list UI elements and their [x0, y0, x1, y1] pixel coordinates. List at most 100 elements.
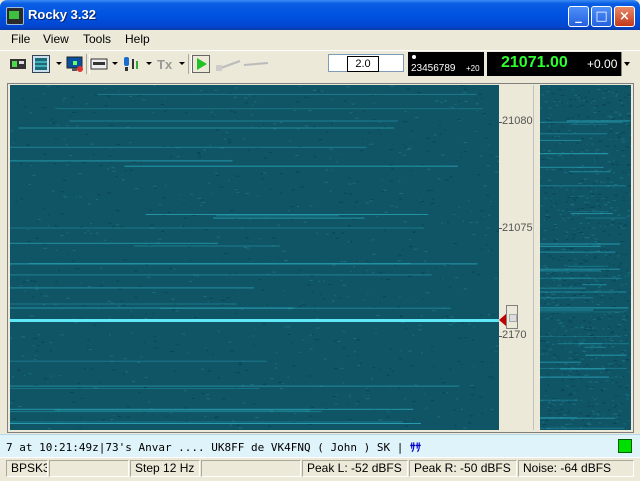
- modem-icon[interactable]: [9, 55, 27, 73]
- signal-trace: [213, 218, 365, 219]
- tuning-handle[interactable]: [506, 305, 518, 329]
- noise-speck: [453, 243, 457, 244]
- noise-speck: [93, 112, 95, 113]
- noise-speck: [431, 203, 435, 204]
- menu-tools[interactable]: Tools: [83, 32, 111, 46]
- slider-icon[interactable]: [216, 55, 270, 73]
- noise-speck: [182, 226, 185, 227]
- noise-speck: [608, 91, 610, 92]
- noise-speck: [153, 336, 156, 337]
- waterfall-icon[interactable]: [32, 55, 50, 73]
- noise-speck: [435, 100, 438, 101]
- noise-speck: [176, 311, 179, 312]
- speed-field[interactable]: 2.0: [328, 54, 404, 72]
- noise-speck: [562, 210, 565, 211]
- noise-speck: [285, 260, 288, 261]
- frequency-scale[interactable]: [499, 85, 534, 430]
- maximize-button[interactable]: □: [591, 6, 612, 27]
- noise-speck: [583, 320, 586, 321]
- noise-speck: [541, 224, 542, 225]
- noise-speck: [375, 333, 377, 334]
- noise-speck: [599, 223, 600, 224]
- app-icon[interactable]: [6, 7, 24, 25]
- noise-speck: [331, 123, 332, 124]
- noise-speck: [407, 149, 411, 150]
- noise-speck: [332, 265, 336, 266]
- noise-speck: [32, 297, 34, 298]
- noise-speck: [580, 275, 584, 276]
- noise-speck: [548, 120, 550, 121]
- waterfall-dropdown[interactable]: [56, 62, 62, 65]
- noise-speck: [390, 86, 394, 87]
- noise-speck: [569, 106, 571, 107]
- minimize-button[interactable]: _: [568, 6, 589, 27]
- noise-speck: [567, 197, 570, 198]
- noise-speck: [571, 317, 572, 318]
- noise-speck: [491, 409, 494, 410]
- receive-text-area[interactable]: 7 at 10:21:49z|73's Anvar .... UK8FF de …: [0, 434, 640, 457]
- noise-speck: [615, 293, 618, 294]
- noise-speck: [403, 144, 404, 145]
- noise-speck: [135, 297, 137, 298]
- noise-speck: [617, 421, 618, 422]
- menu-file[interactable]: File: [11, 32, 30, 46]
- noise-speck: [282, 251, 286, 252]
- noise-speck: [547, 273, 550, 274]
- noise-speck: [567, 248, 568, 249]
- signal-trace: [10, 423, 421, 424]
- noise-speck: [592, 210, 594, 211]
- signal-trace: [585, 218, 626, 219]
- menu-view[interactable]: View: [43, 32, 69, 46]
- keyboard-icon[interactable]: [90, 55, 108, 73]
- noise-speck: [408, 276, 412, 277]
- noise-speck: [121, 179, 125, 180]
- waterfall-secondary[interactable]: [540, 85, 631, 430]
- noise-speck: [470, 415, 474, 416]
- monitor-icon[interactable]: [66, 55, 84, 73]
- received-text: 7 at 10:21:49z|73's Anvar .... UK8FF de …: [6, 441, 410, 454]
- noise-speck: [477, 174, 481, 175]
- microphone-dropdown[interactable]: [146, 62, 152, 65]
- noise-speck: [455, 427, 456, 428]
- play-icon[interactable]: [192, 55, 210, 73]
- noise-speck: [582, 165, 584, 166]
- tx-icon[interactable]: Tx: [156, 55, 174, 73]
- close-button[interactable]: ×: [614, 6, 635, 27]
- noise-speck: [458, 101, 460, 102]
- noise-speck: [546, 169, 548, 170]
- waterfall-display[interactable]: [10, 85, 499, 430]
- noise-speck: [614, 146, 616, 147]
- noise-speck: [353, 266, 355, 267]
- speed-value[interactable]: 2.0: [347, 56, 379, 72]
- noise-speck: [481, 413, 483, 414]
- tx-dropdown[interactable]: [179, 62, 185, 65]
- noise-speck: [588, 424, 592, 425]
- noise-speck: [50, 351, 52, 352]
- macro-suffix: +20: [466, 64, 480, 73]
- chevron-down-icon[interactable]: [621, 52, 632, 76]
- microphone-icon[interactable]: [122, 55, 140, 73]
- macro-display[interactable]: 23456789 +20: [408, 52, 484, 76]
- frequency-display[interactable]: 21071.00 +0.00: [487, 52, 632, 76]
- noise-speck: [607, 224, 609, 225]
- keyboard-dropdown[interactable]: [112, 62, 118, 65]
- noise-speck: [311, 407, 315, 408]
- menu-help[interactable]: Help: [125, 32, 150, 46]
- noise-speck: [608, 313, 611, 314]
- noise-speck: [619, 113, 622, 114]
- noise-speck: [565, 331, 568, 332]
- step-panel: Step 12 Hz: [130, 460, 200, 477]
- noise-speck: [333, 233, 334, 234]
- noise-speck: [557, 364, 559, 365]
- noise-speck: [17, 370, 21, 371]
- noise-speck: [31, 165, 33, 166]
- noise-speck: [194, 317, 197, 318]
- noise-speck: [446, 392, 448, 393]
- noise-speck: [598, 194, 602, 195]
- noise-speck: [309, 335, 312, 336]
- mode-panel[interactable]: BPSK3: [6, 460, 48, 477]
- noise-speck: [71, 103, 72, 104]
- tuning-marker[interactable]: [499, 314, 506, 326]
- noise-speck: [204, 229, 207, 230]
- noise-speck: [433, 141, 437, 142]
